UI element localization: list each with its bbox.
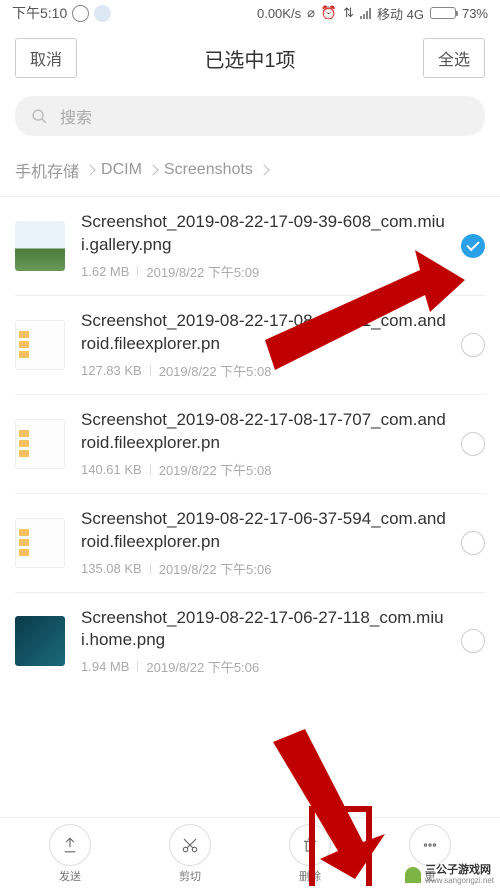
signal-icon — [360, 7, 371, 19]
alarm-off-icon: ⌀ — [307, 5, 315, 21]
alarm-icon: ⏰ — [321, 5, 337, 21]
file-thumbnail — [15, 419, 65, 469]
chevron-right-icon — [147, 164, 158, 175]
watermark-logo-icon — [405, 867, 421, 883]
file-thumbnail — [15, 221, 65, 271]
file-item[interactable]: Screenshot_2019-08-22-17-09-39-608_com.m… — [15, 197, 485, 295]
cancel-button[interactable]: 取消 — [15, 38, 77, 78]
page-title: 已选中1项 — [204, 44, 295, 73]
file-size: 127.83 KB — [81, 363, 142, 378]
file-size: 1.62 MB — [81, 264, 129, 279]
send-button[interactable]: 发送 — [49, 824, 91, 884]
search-placeholder: 搜索 — [60, 104, 92, 128]
file-item[interactable]: Screenshot_2019-08-22-17-08-17-707_com.a… — [15, 395, 485, 493]
file-size: 1.94 MB — [81, 659, 129, 674]
action-label: 发送 — [59, 868, 81, 884]
more-icon — [421, 836, 439, 854]
search-icon — [31, 108, 48, 125]
action-label: 删除 — [299, 868, 321, 884]
sync-icon: ⇅ — [343, 5, 354, 21]
watermark: 三公子游戏网 www.sangongzi.net — [405, 865, 494, 885]
trash-icon — [301, 836, 319, 854]
battery-icon — [430, 7, 456, 19]
app-icon — [94, 5, 111, 22]
file-name: Screenshot_2019-08-22-17-08-17-707_com.a… — [81, 409, 451, 455]
file-date: 2019/8/22 下午5:09 — [146, 262, 259, 281]
file-name: Screenshot_2019-08-22-17-06-37-594_com.a… — [81, 508, 451, 554]
select-all-button[interactable]: 全选 — [423, 38, 485, 78]
share-icon — [61, 836, 79, 854]
qq-icon — [72, 5, 89, 22]
file-size: 140.61 KB — [81, 462, 142, 477]
cut-button[interactable]: 剪切 — [169, 824, 211, 884]
status-carrier: 移动 4G — [377, 4, 424, 23]
watermark-url: www.sangongzi.net — [425, 877, 494, 885]
file-item[interactable]: Screenshot_2019-08-22-17-06-27-118_com.m… — [15, 593, 485, 691]
file-date: 2019/8/22 下午5:06 — [146, 657, 259, 676]
search-input[interactable]: 搜索 — [15, 96, 485, 136]
file-thumbnail — [15, 518, 65, 568]
file-thumbnail — [15, 616, 65, 666]
header: 取消 已选中1项 全选 — [0, 26, 500, 96]
chevron-right-icon — [84, 164, 95, 175]
file-item[interactable]: Screenshot_2019-08-22-17-06-37-594_com.a… — [15, 494, 485, 592]
file-item[interactable]: Screenshot_2019-08-22-17-08-22-421_com.a… — [15, 296, 485, 394]
breadcrumb-item[interactable]: Screenshots — [164, 161, 253, 179]
status-battery: 73% — [462, 6, 488, 21]
file-name: Screenshot_2019-08-22-17-06-27-118_com.m… — [81, 607, 451, 653]
status-bar: 下午5:10 0.00K/s ⌀ ⏰ ⇅ 移动 4G 73% — [0, 0, 500, 26]
file-date: 2019/8/22 下午5:08 — [159, 361, 272, 380]
file-size: 135.08 KB — [81, 561, 142, 576]
breadcrumb[interactable]: 手机存储 DCIM Screenshots — [0, 158, 500, 196]
status-netspeed: 0.00K/s — [257, 6, 301, 21]
status-time: 下午5:10 — [12, 3, 67, 23]
file-thumbnail — [15, 320, 65, 370]
scissors-icon — [181, 836, 199, 854]
file-checkbox[interactable] — [461, 234, 485, 258]
file-checkbox[interactable] — [461, 333, 485, 357]
action-label: 剪切 — [179, 868, 201, 884]
file-name: Screenshot_2019-08-22-17-09-39-608_com.m… — [81, 211, 451, 257]
breadcrumb-item[interactable]: DCIM — [101, 161, 142, 179]
file-date: 2019/8/22 下午5:08 — [159, 460, 272, 479]
watermark-title: 三公子游戏网 — [425, 865, 494, 877]
chevron-right-icon — [258, 164, 269, 175]
file-list: Screenshot_2019-08-22-17-09-39-608_com.m… — [0, 197, 500, 690]
delete-button[interactable]: 删除 — [289, 824, 331, 884]
file-checkbox[interactable] — [461, 531, 485, 555]
file-checkbox[interactable] — [461, 629, 485, 653]
breadcrumb-item[interactable]: 手机存储 — [15, 158, 79, 182]
file-date: 2019/8/22 下午5:06 — [159, 559, 272, 578]
file-name: Screenshot_2019-08-22-17-08-22-421_com.a… — [81, 310, 451, 356]
file-checkbox[interactable] — [461, 432, 485, 456]
